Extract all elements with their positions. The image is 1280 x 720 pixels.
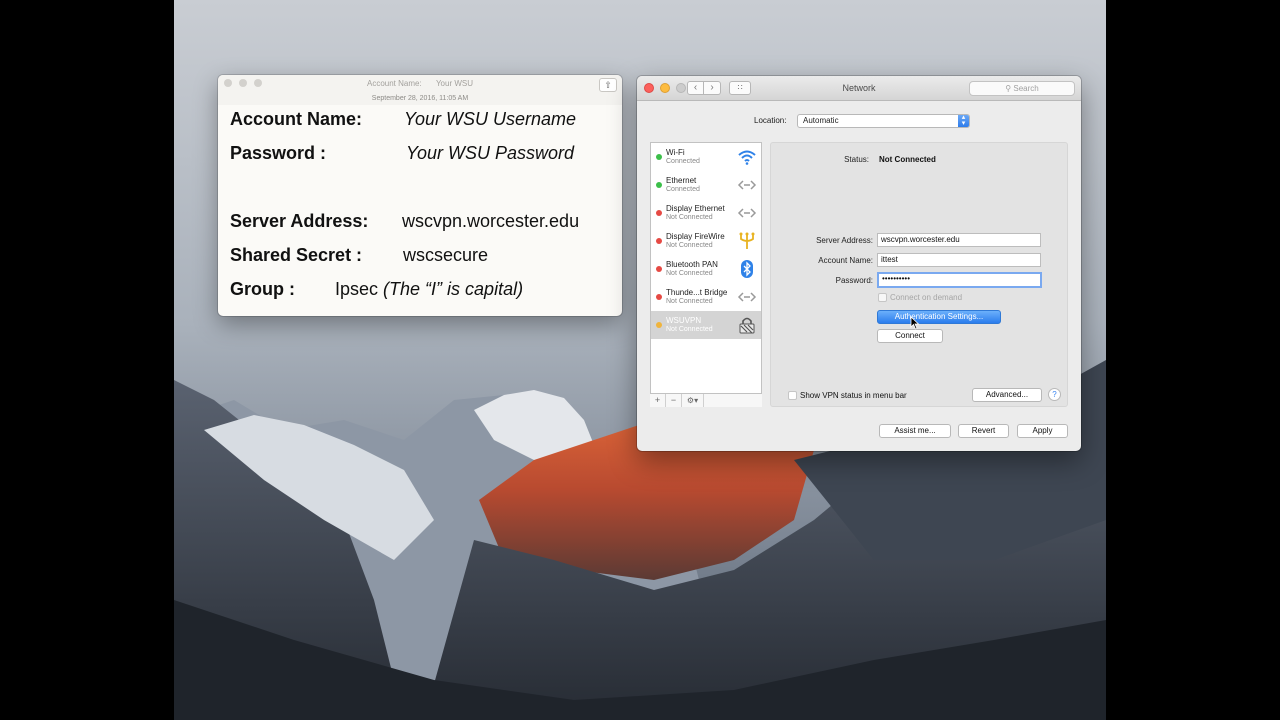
service-list: Wi-Fi Connected Ethernet Connected Displ… [650,142,762,407]
service-item-bluetooth-pan[interactable]: Bluetooth PAN Not Connected [651,255,761,283]
network-preferences-window: ‹ › ∷ Network ⚲ Search Location: Automat… [637,76,1081,451]
connect-button[interactable]: Connect [877,329,943,343]
show-vpn-status-checkbox[interactable] [788,391,797,400]
note-value: Your WSU Username [404,109,577,129]
thunderbolt-bridge-icon [737,287,757,307]
service-item-wsuvpn[interactable]: WSUVPN Not Connected [651,311,761,339]
status-dot [656,322,662,328]
note-label: Group : [230,279,295,299]
search-icon: ⚲ [1005,84,1012,93]
notes-window: Account Name: Your WSU September 28, 201… [218,75,622,316]
network-toolbar: ‹ › ∷ Network ⚲ Search [637,76,1081,101]
notes-title-value: Your WSU [435,79,473,88]
location-select[interactable]: Automatic ▴ ▾ [797,114,970,128]
notes-title-label: Account Name: [367,79,422,88]
service-item-wifi[interactable]: Wi-Fi Connected [651,143,761,171]
status-label: Status: [844,155,869,164]
service-name: Bluetooth PAN [666,260,718,269]
service-name: Display FireWire [666,232,725,241]
authentication-settings-button[interactable]: Authentication Settings... [877,310,1001,324]
service-name: WSUVPN [666,316,702,325]
service-status: Not Connected [666,326,713,333]
location-value: Automatic [803,116,839,125]
service-status: Not Connected [666,214,713,221]
ethernet-icon [737,203,757,223]
status-dot [656,154,662,160]
service-item-thunderbolt-bridge[interactable]: Thunde...t Bridge Not Connected [651,283,761,311]
status-dot [656,238,662,244]
help-button[interactable]: ? [1048,388,1061,401]
status-dot [656,182,662,188]
note-date: September 28, 2016, 11:05 AM [371,95,469,102]
service-name: Ethernet [666,176,697,185]
service-name: Wi-Fi [666,148,685,157]
status-dot [656,210,662,216]
password-label: Password: [835,276,873,285]
note-value: Your WSU Password [406,143,575,163]
note-label: Shared Secret : [230,245,363,265]
status-value: Not Connected [879,155,936,164]
service-name: Thunde...t Bridge [666,288,728,297]
vpn-lock-icon [737,315,757,335]
status-dot [656,266,662,272]
apply-button[interactable]: Apply [1017,424,1068,438]
show-vpn-status-label: Show VPN status in menu bar [800,391,907,400]
service-status: Not Connected [666,242,713,249]
note-value: wscvpn.worcester.edu [402,211,580,231]
remove-service-button[interactable]: − [666,394,682,407]
note-value: Ipsec (The “I” is capital) [335,279,523,300]
location-label: Location: [754,116,787,125]
note-value: wscsecure [403,245,489,265]
firewire-icon [737,231,757,251]
share-icon[interactable]: ⇧ [599,78,617,92]
note-label: Password : [230,143,327,163]
service-status: Connected [666,158,700,165]
account-name-field[interactable]: ittest [877,253,1041,267]
note-label: Server Address: [230,211,369,231]
password-field[interactable]: •••••••••• [877,272,1042,288]
service-status: Not Connected [666,270,713,277]
service-item-display-firewire[interactable]: Display FireWire Not Connected [651,227,761,255]
status-dot [656,294,662,300]
connect-on-demand-label: Connect on demand [890,293,963,302]
service-item-ethernet[interactable]: Ethernet Connected [651,171,761,199]
search-placeholder: Search [1013,84,1039,93]
vpn-settings-pane: Status: Not Connected Server Address: ws… [770,142,1068,407]
service-item-display-ethernet[interactable]: Display Ethernet Not Connected [651,199,761,227]
bluetooth-icon [737,259,757,279]
chevron-updown-icon: ▴ ▾ [958,114,969,127]
advanced-button[interactable]: Advanced... [972,388,1042,402]
connect-on-demand-checkbox[interactable] [878,293,887,302]
account-name-label: Account Name: [818,256,873,265]
service-status: Connected [666,186,700,193]
ethernet-icon [737,175,757,195]
service-name: Display Ethernet [666,204,725,213]
mouse-cursor-icon [910,316,920,330]
service-list-toolbar: + − ⚙▾ [650,393,762,407]
note-label: Account Name: [230,109,363,129]
group-value: Ipsec [335,279,379,299]
server-address-label: Server Address: [816,236,873,245]
service-status: Not Connected [666,298,713,305]
search-input[interactable]: ⚲ Search [969,81,1075,96]
server-address-field[interactable]: wscvpn.worcester.edu [877,233,1041,247]
gear-icon[interactable]: ⚙▾ [682,394,704,407]
notes-title: Account Name: Your WSU [218,79,622,88]
assist-me-button[interactable]: Assist me... [879,424,951,438]
add-service-button[interactable]: + [650,394,666,407]
revert-button[interactable]: Revert [958,424,1009,438]
notes-titlebar: Account Name: Your WSU September 28, 201… [218,75,622,105]
wifi-icon [737,147,757,167]
group-note: (The “I” is capital) [383,279,524,299]
